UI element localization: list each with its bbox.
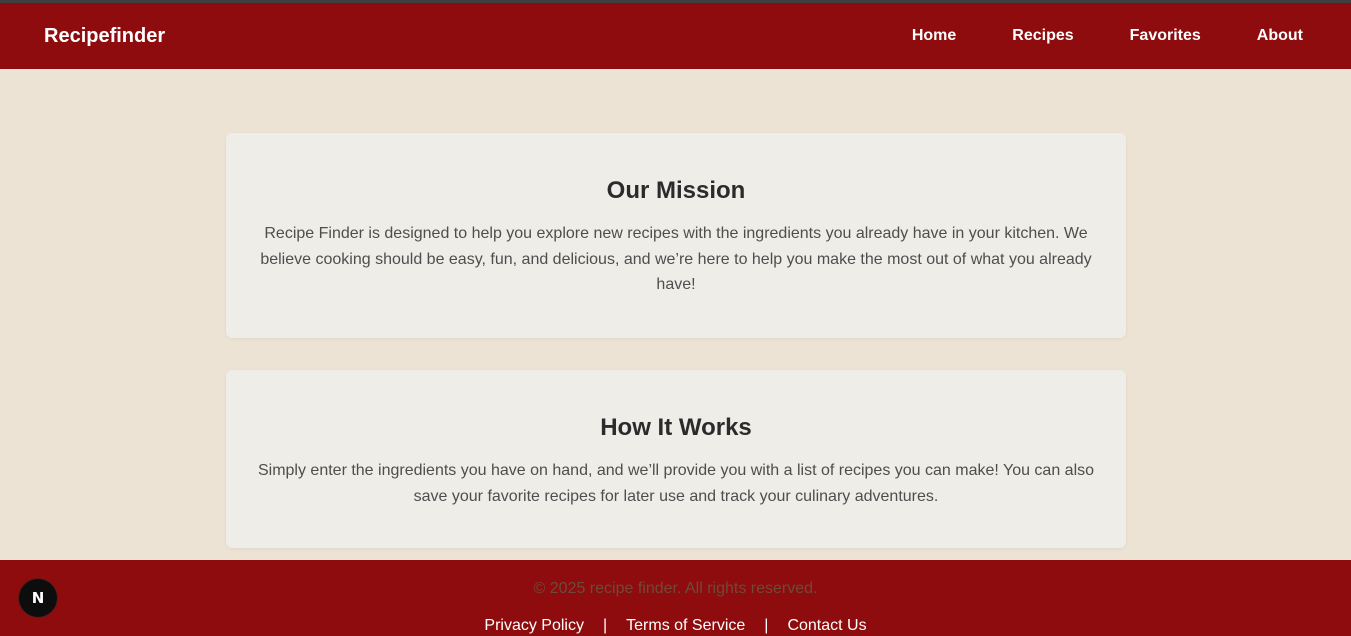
mission-card: Our Mission Recipe Finder is designed to… xyxy=(226,133,1126,338)
badge-letter: N xyxy=(31,589,45,607)
mission-title: Our Mission xyxy=(606,177,746,204)
nav-links: Home Recipes Favorites About xyxy=(856,27,1303,45)
footer-link-contact[interactable]: Contact Us xyxy=(787,617,866,634)
navbar: Recipefinder Home Recipes Favorites Abou… xyxy=(0,3,1351,69)
footer-link-privacy[interactable]: Privacy Policy xyxy=(484,617,584,634)
how-it-works-text: Simply enter the ingredients you have on… xyxy=(257,462,1095,505)
nav-link-recipes[interactable]: Recipes xyxy=(1012,27,1073,45)
footer: © 2025 recipe finder. All rights reserve… xyxy=(0,560,1351,636)
how-it-works-card: How It Works Simply enter the ingredient… xyxy=(226,370,1126,548)
mission-text: Recipe Finder is designed to help you ex… xyxy=(260,225,1092,293)
copyright-text: © 2025 recipe finder. All rights reserve… xyxy=(533,580,818,597)
main-content: Our Mission Recipe Finder is designed to… xyxy=(0,69,1351,560)
nav-link-favorites[interactable]: Favorites xyxy=(1130,27,1201,45)
how-it-works-title: How It Works xyxy=(600,414,752,441)
footer-links: Privacy Policy | Terms of Service | Contact … xyxy=(0,617,1351,635)
brand-logo[interactable]: Recipefinder xyxy=(44,25,165,48)
footer-separator: | xyxy=(602,617,608,634)
footer-link-terms[interactable]: Terms of Service xyxy=(626,617,745,634)
nav-link-about[interactable]: About xyxy=(1257,27,1303,45)
nav-link-home[interactable]: Home xyxy=(912,27,956,45)
next-logo-icon[interactable]: N xyxy=(19,579,57,617)
footer-separator: | xyxy=(764,617,769,634)
